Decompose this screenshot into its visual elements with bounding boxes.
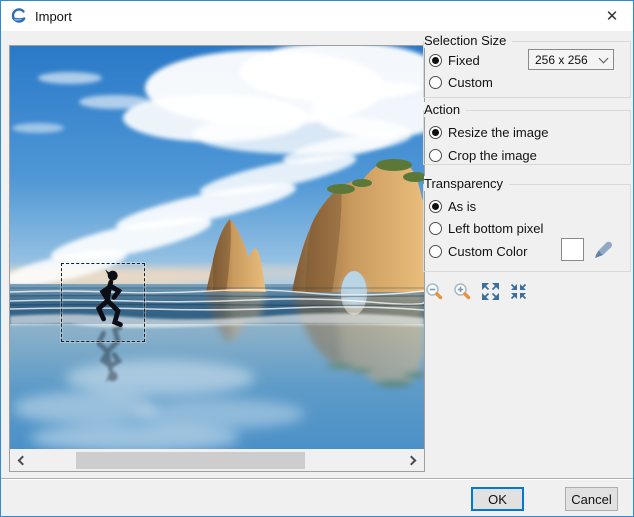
crop-radio-label: Crop the image <box>448 147 537 163</box>
fixed-radio-label: Fixed <box>448 52 480 68</box>
realworld-logo-icon <box>11 8 26 23</box>
eyedropper-icon[interactable] <box>593 240 613 260</box>
crop-radio-row[interactable]: Crop the image <box>429 147 537 163</box>
selection-size-title: Selection Size <box>424 33 513 48</box>
action-group: Action Resize the image Crop the image <box>423 102 631 165</box>
selection-marquee[interactable] <box>61 263 145 342</box>
selection-size-group: Selection Size Fixed 256 x 256 Custom <box>423 33 631 98</box>
as-is-radio[interactable] <box>429 199 442 213</box>
dialog-title: Import <box>35 8 72 24</box>
button-area-separator <box>1 478 633 480</box>
resize-radio-label: Resize the image <box>448 124 549 140</box>
custom-color-radio-row[interactable]: Custom Color <box>429 243 528 259</box>
image-preview-panel <box>9 45 425 472</box>
scroll-left-button[interactable] <box>10 450 32 471</box>
size-dropdown[interactable]: 256 x 256 <box>528 49 614 70</box>
left-bottom-pixel-radio[interactable] <box>429 221 442 235</box>
custom-radio-label: Custom <box>448 74 493 90</box>
crop-radio[interactable] <box>429 148 442 162</box>
horizontal-scrollbar <box>10 450 424 471</box>
custom-radio[interactable] <box>429 75 442 89</box>
scroll-right-button[interactable] <box>402 450 424 471</box>
resize-radio[interactable] <box>429 125 442 139</box>
custom-color-swatch[interactable] <box>561 238 584 261</box>
zoom-in-icon[interactable] <box>453 282 472 301</box>
left-bottom-pixel-radio-label: Left bottom pixel <box>448 220 544 236</box>
scrollbar-thumb[interactable] <box>76 452 305 469</box>
close-button[interactable]: ✕ <box>591 1 633 31</box>
beach-photo <box>10 46 424 449</box>
cancel-button[interactable]: Cancel <box>565 487 618 511</box>
actual-size-icon[interactable] <box>509 282 528 301</box>
transparency-title: Transparency <box>424 176 509 191</box>
as-is-radio-row[interactable]: As is <box>429 198 477 214</box>
fixed-radio[interactable] <box>429 53 442 67</box>
scrollbar-track[interactable] <box>32 450 402 471</box>
fixed-radio-row[interactable]: Fixed <box>429 52 480 68</box>
as-is-radio-label: As is <box>448 198 477 214</box>
custom-color-radio-label: Custom Color <box>448 243 528 259</box>
fit-to-window-icon[interactable] <box>481 282 500 301</box>
preview-image[interactable] <box>10 46 424 449</box>
chevron-right-icon <box>406 455 417 466</box>
chevron-left-icon <box>17 455 28 466</box>
transparency-group: Transparency As is Left bottom pixel Cus… <box>423 176 631 272</box>
zoom-toolbar <box>425 282 528 301</box>
left-bottom-pixel-radio-row[interactable]: Left bottom pixel <box>429 220 544 236</box>
import-dialog: Import ✕ Selection Size Fixed 256 x 256 … <box>0 0 634 517</box>
zoom-out-icon[interactable] <box>425 282 444 301</box>
titlebar: Import ✕ <box>1 1 633 31</box>
resize-radio-row[interactable]: Resize the image <box>429 124 549 140</box>
custom-radio-row[interactable]: Custom <box>429 74 493 90</box>
chevron-down-icon <box>598 53 609 63</box>
size-dropdown-value: 256 x 256 <box>535 52 588 67</box>
custom-color-radio[interactable] <box>429 244 442 258</box>
ok-button[interactable]: OK <box>471 487 524 511</box>
action-title: Action <box>424 102 467 117</box>
